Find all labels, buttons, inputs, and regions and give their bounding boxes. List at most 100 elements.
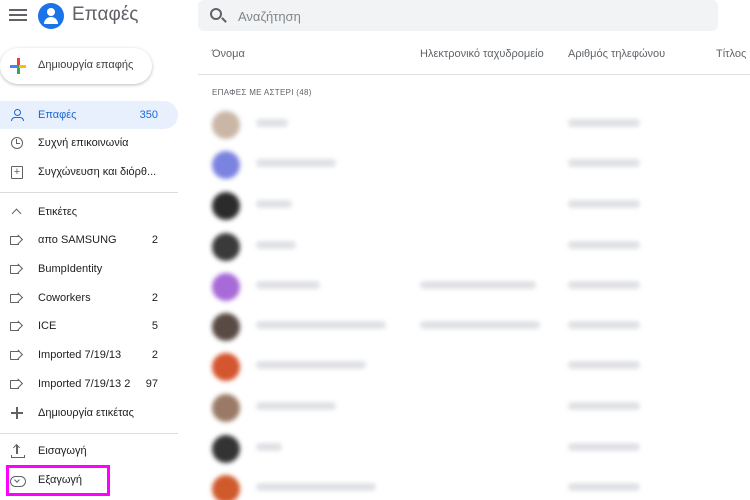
history-icon (10, 136, 24, 150)
sidebar-item-label: Coworkers (38, 292, 91, 304)
avatar (212, 233, 240, 261)
sidebar-label-imported-2[interactable]: Imported 7/19/13 2 97 (0, 370, 178, 398)
contact-phone-redacted (568, 361, 640, 369)
contact-phone-redacted (568, 443, 640, 451)
sidebar-item-label: Εισαγωγή (38, 445, 87, 457)
avatar (212, 151, 240, 179)
sidebar-item-label: BumpIdentity (38, 263, 103, 275)
contact-phone-redacted (568, 281, 640, 289)
avatar (212, 313, 240, 341)
label-icon (10, 377, 24, 391)
table-row[interactable] (198, 191, 750, 220)
sidebar-item-import[interactable]: Εισαγωγή (0, 437, 178, 465)
sidebar-divider (0, 192, 178, 193)
create-contact-label: Δημιουργία επαφής (38, 59, 134, 71)
sidebar-item-label: Επαφές (38, 109, 77, 121)
contact-name-redacted (256, 281, 320, 289)
starred-section-label: ΕΠΑΦΕΣ ΜΕ ΑΣΤΕΡΙ (48) (212, 88, 312, 97)
table-row[interactable] (198, 110, 750, 139)
search-icon[interactable] (210, 8, 222, 20)
avatar (212, 394, 240, 422)
sidebar-label-imported-1[interactable]: Imported 7/19/13 2 (0, 341, 178, 369)
label-count: 97 (145, 378, 158, 390)
contact-phone-redacted (568, 200, 640, 208)
sidebar-item-merge-fix[interactable]: Συγχώνευση και διόρθ... (0, 158, 178, 186)
label-icon (10, 262, 24, 276)
sidebar-item-label: Imported 7/19/13 2 (38, 378, 131, 390)
table-row[interactable] (198, 272, 750, 301)
sidebar-create-label[interactable]: Δημιουργία ετικέτας (0, 399, 178, 427)
column-header-phone[interactable]: Αριθμός τηλεφώνου (568, 48, 665, 60)
avatar (212, 111, 240, 139)
cloud-download-icon (10, 473, 26, 487)
contact-phone-redacted (568, 241, 640, 249)
search-bar[interactable] (198, 0, 718, 31)
label-icon (10, 319, 24, 333)
label-count: 5 (151, 320, 158, 332)
contact-email-redacted (420, 321, 540, 329)
upload-icon (10, 443, 25, 458)
top-bar: Επαφές (0, 0, 750, 32)
contact-phone-redacted (568, 321, 640, 329)
avatar (212, 353, 240, 381)
avatar (212, 475, 240, 500)
sidebar-label-bumpidentity[interactable]: BumpIdentity (0, 255, 178, 283)
contact-name-redacted (256, 200, 292, 208)
label-icon (10, 348, 24, 362)
sidebar-item-label: Δημιουργία ετικέτας (38, 407, 134, 419)
sidebar-item-label: Συχνή επικοινωνία (38, 137, 129, 149)
sidebar-divider (0, 433, 178, 434)
table-row[interactable] (198, 150, 750, 179)
sidebar-item-label: Συγχώνευση και διόρθ... (38, 166, 157, 178)
table-row[interactable] (198, 393, 750, 422)
sidebar-item-frequent[interactable]: Συχνή επικοινωνία (0, 129, 178, 157)
contact-name-redacted (256, 119, 288, 127)
sidebar-item-contacts[interactable]: Επαφές 350 (0, 101, 178, 129)
create-contact-button[interactable]: Δημιουργία επαφής (0, 48, 152, 84)
main-menu-icon[interactable] (8, 6, 28, 26)
label-count: 2 (151, 349, 158, 361)
table-row[interactable] (198, 232, 750, 261)
label-icon (10, 291, 24, 305)
sidebar-label-coworkers[interactable]: Coworkers 2 (0, 284, 178, 312)
label-count: 2 (151, 234, 158, 246)
column-header-email[interactable]: Ηλεκτρονικό ταχυδρομείο (420, 48, 544, 60)
avatar (212, 192, 240, 220)
contact-name-redacted (256, 159, 336, 167)
table-row[interactable] (198, 474, 750, 500)
table-row[interactable] (198, 434, 750, 463)
sidebar-item-label: απο SAMSUNG (38, 234, 117, 246)
table-row[interactable] (198, 352, 750, 381)
contact-phone-redacted (568, 483, 640, 491)
person-icon (10, 108, 24, 122)
contact-name-redacted (256, 321, 386, 329)
labels-header-toggle[interactable]: Ετικέτες (0, 198, 178, 226)
contact-phone-redacted (568, 119, 640, 127)
contact-name-redacted (256, 241, 296, 249)
contact-phone-redacted (568, 159, 640, 167)
sidebar-item-export[interactable]: Εξαγωγή (0, 466, 178, 494)
add-icon (10, 406, 24, 420)
sidebar-label-samsung[interactable]: απο SAMSUNG 2 (0, 226, 178, 254)
table-row[interactable] (198, 312, 750, 341)
avatar (212, 273, 240, 301)
search-input[interactable] (238, 6, 698, 26)
contact-phone-redacted (568, 402, 640, 410)
sidebar-item-label: Imported 7/19/13 (38, 349, 122, 361)
column-header-name[interactable]: Όνομα (212, 48, 245, 60)
chevron-up-icon (10, 205, 24, 219)
sidebar-item-label: Εξαγωγή (38, 474, 83, 486)
header-divider (198, 74, 750, 75)
merge-icon (10, 165, 24, 179)
column-header-title[interactable]: Τίτλος (716, 48, 746, 60)
sidebar-label-ice[interactable]: ICE 5 (0, 312, 178, 340)
app-title: Επαφές (72, 4, 139, 25)
contact-name-redacted (256, 443, 282, 451)
contact-name-redacted (256, 402, 336, 410)
contact-name-redacted (256, 483, 376, 491)
labels-header: Ετικέτες (38, 206, 78, 218)
sidebar-item-label: ICE (38, 320, 57, 332)
contact-name-redacted (256, 361, 366, 369)
colorful-plus-icon (10, 58, 26, 74)
contact-email-redacted (420, 281, 536, 289)
